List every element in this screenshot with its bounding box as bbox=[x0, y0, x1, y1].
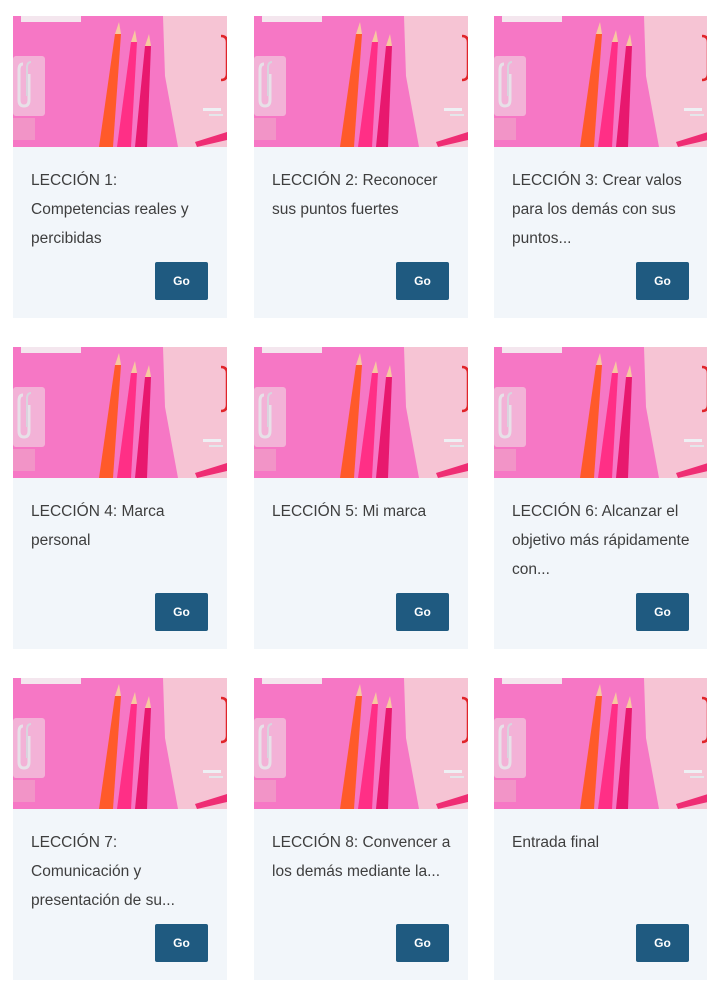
go-button[interactable]: Go bbox=[155, 593, 208, 631]
lesson-thumbnail-image[interactable] bbox=[13, 16, 227, 147]
go-button[interactable]: Go bbox=[636, 262, 689, 300]
go-button[interactable]: Go bbox=[396, 262, 449, 300]
lesson-card[interactable]: LECCIÓN 1: Competencias reales y percibi… bbox=[13, 16, 227, 318]
lesson-card[interactable]: LECCIÓN 3: Crear valos para los demás co… bbox=[494, 16, 707, 318]
lesson-title[interactable]: LECCIÓN 1: Competencias reales y percibi… bbox=[31, 166, 219, 253]
lesson-thumbnail-image[interactable] bbox=[13, 678, 227, 809]
go-button[interactable]: Go bbox=[155, 262, 208, 300]
lesson-card[interactable]: Entrada final Go bbox=[494, 678, 707, 980]
lesson-title[interactable]: Entrada final bbox=[512, 828, 700, 857]
go-button[interactable]: Go bbox=[396, 593, 449, 631]
lesson-card[interactable]: LECCIÓN 4: Marca personal Go bbox=[13, 347, 227, 649]
lesson-thumbnail-image[interactable] bbox=[254, 347, 468, 478]
go-button[interactable]: Go bbox=[636, 593, 689, 631]
lesson-card[interactable]: LECCIÓN 2: Reconocer sus puntos fuertes G… bbox=[254, 16, 468, 318]
lesson-thumbnail-image[interactable] bbox=[13, 347, 227, 478]
go-button[interactable]: Go bbox=[396, 924, 449, 962]
go-button[interactable]: Go bbox=[636, 924, 689, 962]
lesson-thumbnail-image[interactable] bbox=[494, 347, 707, 478]
lesson-title[interactable]: LECCIÓN 5: Mi marca bbox=[272, 497, 460, 526]
lesson-title[interactable]: LECCIÓN 6: Alcanzar el objetivo más rápi… bbox=[512, 497, 700, 584]
lesson-grid: LECCIÓN 1: Competencias reales y percibi… bbox=[0, 0, 707, 989]
lesson-card[interactable]: LECCIÓN 8: Convencer a los demás mediant… bbox=[254, 678, 468, 980]
lesson-title[interactable]: LECCIÓN 8: Convencer a los demás mediant… bbox=[272, 828, 460, 886]
lesson-thumbnail-image[interactable] bbox=[254, 678, 468, 809]
lesson-thumbnail-image[interactable] bbox=[494, 16, 707, 147]
lesson-card[interactable]: LECCIÓN 7: Comunicación y presentación d… bbox=[13, 678, 227, 980]
lesson-title[interactable]: LECCIÓN 7: Comunicación y presentación d… bbox=[31, 828, 219, 915]
lesson-thumbnail-image[interactable] bbox=[254, 16, 468, 147]
lesson-title[interactable]: LECCIÓN 3: Crear valos para los demás co… bbox=[512, 166, 700, 253]
lesson-title[interactable]: LECCIÓN 4: Marca personal bbox=[31, 497, 219, 555]
lesson-card[interactable]: LECCIÓN 5: Mi marca Go bbox=[254, 347, 468, 649]
lesson-thumbnail-image[interactable] bbox=[494, 678, 707, 809]
lesson-title[interactable]: LECCIÓN 2: Reconocer sus puntos fuertes bbox=[272, 166, 460, 224]
go-button[interactable]: Go bbox=[155, 924, 208, 962]
lesson-card[interactable]: LECCIÓN 6: Alcanzar el objetivo más rápi… bbox=[494, 347, 707, 649]
